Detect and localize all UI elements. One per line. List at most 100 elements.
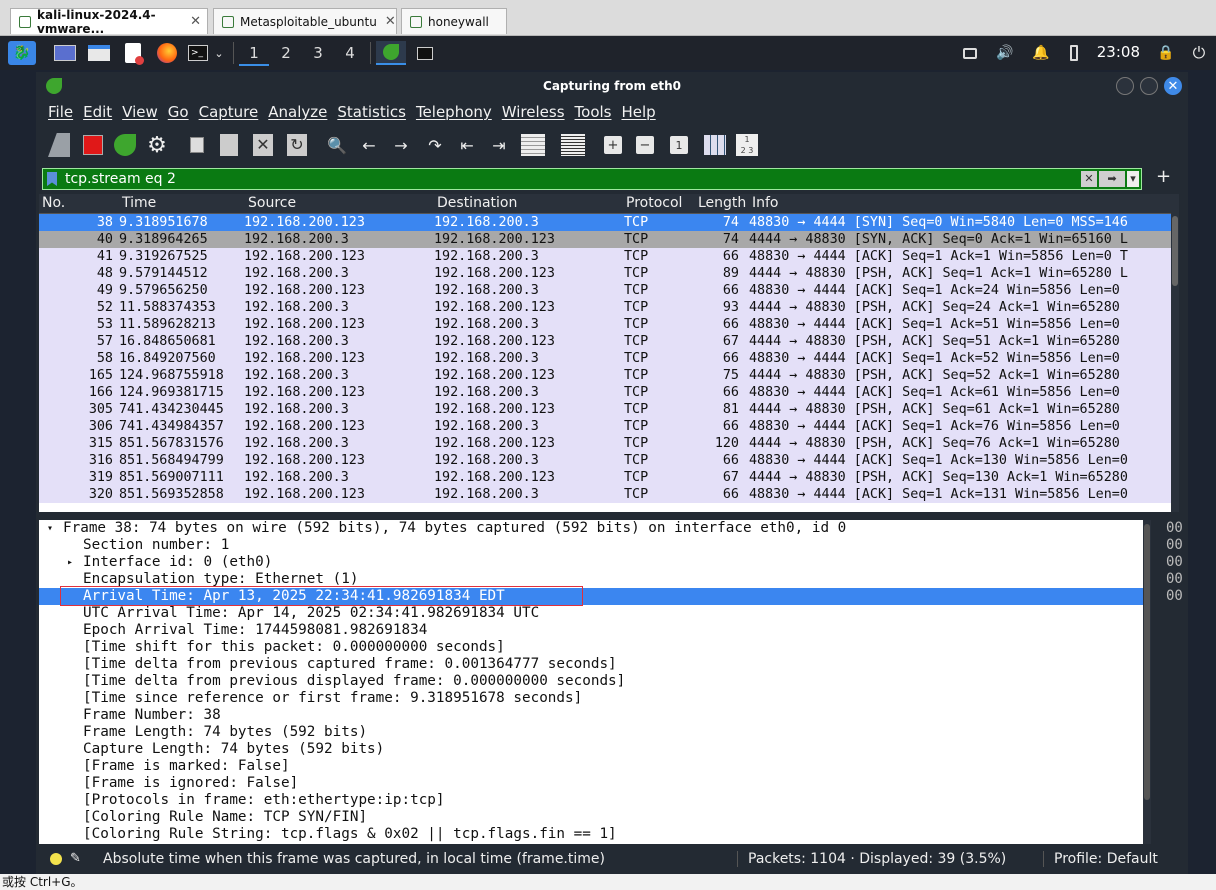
- table-row[interactable]: 52 11.588374353 192.168.200.3 192.168.200.1…: [39, 299, 1179, 316]
- menu-view[interactable]: View: [122, 103, 158, 121]
- first-packet-icon[interactable]: ⇤: [454, 132, 480, 158]
- bookmark-icon[interactable]: [47, 172, 57, 186]
- menu-wireless[interactable]: Wireless: [502, 103, 565, 121]
- vm-tab-honeywall[interactable]: honeywall: [401, 8, 507, 34]
- menu-tools[interactable]: Tools: [575, 103, 612, 121]
- table-row[interactable]: 305 741.434230445 192.168.200.3 192.168.200…: [39, 401, 1179, 418]
- go-forward-icon[interactable]: →: [388, 132, 414, 158]
- tree-item[interactable]: [Time since reference or first frame: 9.…: [39, 690, 1143, 707]
- text-editor-icon[interactable]: [120, 41, 146, 65]
- wireshark-task-icon[interactable]: [376, 41, 406, 65]
- table-row[interactable]: 49 9.579656250 192.168.200.123 192.168.200.…: [39, 282, 1179, 299]
- expand-arrow-icon[interactable]: ▾: [47, 520, 53, 537]
- close-window-button[interactable]: ✕: [1164, 77, 1182, 95]
- column-destination[interactable]: Destination: [437, 195, 517, 211]
- add-filter-button[interactable]: +: [1156, 166, 1171, 187]
- tree-item[interactable]: [Coloring Rule String: tcp.flags & 0x02 …: [39, 826, 1143, 843]
- details-scrollbar[interactable]: [1143, 520, 1151, 844]
- display-icon[interactable]: [960, 41, 980, 65]
- tree-item[interactable]: [Frame is marked: False]: [39, 758, 1143, 775]
- menu-analyze[interactable]: Analyze: [268, 103, 327, 121]
- table-row[interactable]: 48 9.579144512 192.168.200.3 192.168.200.12…: [39, 265, 1179, 282]
- tree-item-frame[interactable]: ▾ Frame 38: 74 bytes on wire (592 bits),…: [39, 520, 1143, 537]
- tree-item[interactable]: [Time shift for this packet: 0.000000000…: [39, 639, 1143, 656]
- layout-icon[interactable]: 12 3: [734, 132, 760, 158]
- tree-item[interactable]: Section number: 1: [39, 537, 1143, 554]
- expand-arrow-icon[interactable]: ▸: [67, 554, 73, 571]
- packet-list-scrollbar[interactable]: [1171, 194, 1179, 512]
- desktop-icon[interactable]: [52, 41, 78, 65]
- expert-info-icon[interactable]: [50, 853, 62, 865]
- workspace-1[interactable]: 1: [239, 42, 269, 66]
- tree-item[interactable]: Epoch Arrival Time: 1744598081.982691834: [39, 622, 1143, 639]
- capture-options-icon[interactable]: ⚙: [144, 132, 170, 158]
- terminal-icon[interactable]: >_: [186, 41, 210, 65]
- go-to-packet-icon[interactable]: ↷: [422, 132, 448, 158]
- menu-telephony[interactable]: Telephony: [416, 103, 492, 121]
- workspace-2[interactable]: 2: [271, 42, 301, 66]
- table-row[interactable]: 58 16.849207560 192.168.200.123 192.168.200…: [39, 350, 1179, 367]
- column-time[interactable]: Time: [122, 195, 156, 211]
- table-row[interactable]: 53 11.589628213 192.168.200.123 192.168.200…: [39, 316, 1179, 333]
- column-length[interactable]: Length: [698, 195, 746, 211]
- column-source[interactable]: Source: [248, 195, 296, 211]
- save-file-icon[interactable]: [216, 132, 242, 158]
- open-file-icon[interactable]: [184, 132, 210, 158]
- tree-item[interactable]: [Protocols in frame: eth:ethertype:ip:tc…: [39, 792, 1143, 809]
- table-row[interactable]: 316 851.568494799 192.168.200.123 192.168.2…: [39, 452, 1179, 469]
- lock-icon[interactable]: 🔒: [1156, 41, 1176, 65]
- table-row[interactable]: 166 124.969381715 192.168.200.123 192.168.2…: [39, 384, 1179, 401]
- workspace-4[interactable]: 4: [335, 42, 365, 66]
- kali-menu-icon[interactable]: 🐉: [8, 41, 36, 65]
- power-icon[interactable]: ⏻: [1188, 41, 1210, 65]
- tree-item[interactable]: [Time delta from previous displayed fram…: [39, 673, 1143, 690]
- tree-item[interactable]: UTC Arrival Time: Apr 14, 2025 02:34:41.…: [39, 605, 1143, 622]
- zoom-out-icon[interactable]: −: [636, 136, 654, 154]
- table-row[interactable]: 320 851.569352858 192.168.200.123 192.168.2…: [39, 486, 1179, 503]
- tree-item[interactable]: Frame Number: 38: [39, 707, 1143, 724]
- minimize-button[interactable]: [1116, 77, 1134, 95]
- find-packet-icon[interactable]: 🔍: [324, 132, 350, 158]
- table-row[interactable]: 38 9.318951678 192.168.200.123 192.168.200.…: [39, 214, 1179, 231]
- column-no[interactable]: No.: [42, 195, 65, 211]
- restart-capture-icon[interactable]: [112, 132, 138, 158]
- menu-edit[interactable]: Edit: [83, 103, 112, 121]
- start-capture-icon[interactable]: [46, 132, 72, 158]
- close-icon[interactable]: ✕: [182, 14, 201, 29]
- table-row[interactable]: 41 9.319267525 192.168.200.123 192.168.200.…: [39, 248, 1179, 265]
- tree-item[interactable]: [Coloring Rule Name: TCP SYN/FIN]: [39, 809, 1143, 826]
- clear-filter-icon[interactable]: ✕: [1081, 171, 1097, 187]
- tree-item[interactable]: [Time delta from previous captured frame…: [39, 656, 1143, 673]
- table-row[interactable]: 315 851.567831576 192.168.200.3 192.168.200…: [39, 435, 1179, 452]
- normal-size-icon[interactable]: 1: [670, 136, 688, 154]
- tree-item[interactable]: [Frame is ignored: False]: [39, 775, 1143, 792]
- last-packet-icon[interactable]: ⇥: [486, 132, 512, 158]
- capture-comment-icon[interactable]: ✎: [70, 851, 81, 866]
- menu-capture[interactable]: Capture: [199, 103, 259, 121]
- table-row[interactable]: 306 741.434984357 192.168.200.123 192.168.2…: [39, 418, 1179, 435]
- close-icon[interactable]: ✕: [377, 14, 396, 29]
- terminal-task-icon[interactable]: [412, 41, 438, 65]
- tree-item[interactable]: Capture Length: 74 bytes (592 bits): [39, 741, 1143, 758]
- pane-splitter[interactable]: [39, 512, 1179, 520]
- tree-item[interactable]: ▸ Interface id: 0 (eth0): [39, 554, 1143, 571]
- table-row[interactable]: 319 851.569007111 192.168.200.3 192.168.200…: [39, 469, 1179, 486]
- profile-label[interactable]: Profile: Default: [1054, 851, 1158, 867]
- column-protocol[interactable]: Protocol: [626, 195, 682, 211]
- maximize-button[interactable]: [1140, 77, 1158, 95]
- menu-statistics[interactable]: Statistics: [337, 103, 406, 121]
- zoom-in-icon[interactable]: +: [604, 136, 622, 154]
- autoscroll-icon[interactable]: [520, 132, 546, 158]
- apply-filter-icon[interactable]: ➡: [1099, 171, 1125, 187]
- colorize-icon[interactable]: [560, 132, 586, 158]
- go-back-icon[interactable]: ←: [356, 132, 382, 158]
- vm-tab-metasploitable[interactable]: Metasploitable_ubuntu ✕: [213, 8, 397, 34]
- firefox-icon[interactable]: [154, 41, 180, 65]
- stop-capture-icon[interactable]: [80, 132, 106, 158]
- resize-columns-icon[interactable]: [702, 132, 728, 158]
- table-row[interactable]: 57 16.848650681 192.168.200.3 192.168.200.1…: [39, 333, 1179, 350]
- close-file-icon[interactable]: ✕: [250, 132, 276, 158]
- reload-file-icon[interactable]: ↻: [284, 132, 310, 158]
- menu-go[interactable]: Go: [168, 103, 189, 121]
- table-row[interactable]: 40 9.318964265 192.168.200.3 192.168.200.12…: [39, 231, 1179, 248]
